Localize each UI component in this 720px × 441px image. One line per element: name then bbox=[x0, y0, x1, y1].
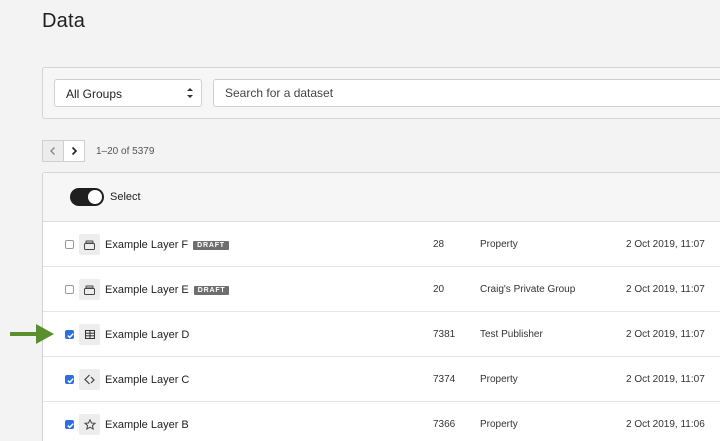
row-date: 2 Oct 2019, 11:06 bbox=[626, 419, 705, 430]
row-group: Property bbox=[480, 374, 518, 385]
row-name-text: Example Layer D bbox=[105, 329, 190, 341]
list-header: Select bbox=[43, 173, 720, 222]
row-name-text: Example Layer F bbox=[105, 239, 189, 251]
row-date: 2 Oct 2019, 11:07 bbox=[626, 374, 705, 385]
row-date: 2 Oct 2019, 11:07 bbox=[626, 284, 705, 295]
draft-badge: DRAFT bbox=[193, 240, 229, 250]
row-feature-count: 7381 bbox=[433, 329, 456, 340]
checkmark-icon bbox=[67, 333, 74, 339]
toggle-knob bbox=[88, 190, 102, 204]
row-feature-count: 28 bbox=[433, 239, 445, 250]
checkmark-icon bbox=[67, 378, 74, 384]
row-checkbox[interactable] bbox=[65, 285, 74, 294]
search-input[interactable] bbox=[213, 79, 720, 107]
layer-stack-icon bbox=[79, 279, 100, 300]
pagination: 1–20 of 5379 bbox=[42, 140, 154, 162]
table-row[interactable]: Example Layer B 7366 Property 2 Oct 2019, 1… bbox=[43, 402, 720, 441]
row-feature-count: 7366 bbox=[433, 419, 456, 430]
next-page-button[interactable] bbox=[63, 140, 85, 162]
previous-page-button[interactable] bbox=[42, 140, 64, 162]
row-name[interactable]: Example Layer B bbox=[105, 419, 189, 431]
row-checkbox[interactable] bbox=[65, 330, 74, 339]
table-row[interactable]: Example Layer C 7374 Property 2 Oct 2019, 1… bbox=[43, 357, 720, 402]
polygon-icon bbox=[79, 414, 100, 435]
line-vector-icon bbox=[79, 369, 100, 390]
row-group: Test Publisher bbox=[480, 329, 543, 340]
row-name[interactable]: Example Layer E DRAFT bbox=[105, 284, 230, 296]
row-group: Property bbox=[480, 239, 518, 250]
table-row[interactable]: Example Layer F DRAFT 28 Property 2 Oct 2019… bbox=[43, 222, 720, 267]
table-row[interactable]: Example Layer D 7381 Test Publisher 2 Oct 2… bbox=[43, 312, 720, 357]
row-name-text: Example Layer C bbox=[105, 374, 190, 386]
table-row[interactable]: Example Layer E DRAFT 20 Craig's Private Gr… bbox=[43, 267, 720, 312]
table-icon bbox=[79, 324, 100, 345]
pagination-range: 1–20 of 5379 bbox=[96, 145, 155, 157]
page-title: Data bbox=[42, 10, 86, 32]
row-date: 2 Oct 2019, 11:07 bbox=[626, 239, 705, 250]
pointer-arrow-icon bbox=[10, 324, 54, 344]
layer-stack-icon bbox=[79, 234, 100, 255]
row-name-text: Example Layer E bbox=[105, 284, 189, 296]
row-group: Property bbox=[480, 419, 518, 430]
row-checkbox[interactable] bbox=[65, 240, 74, 249]
select-toggle[interactable] bbox=[70, 188, 104, 206]
dataset-list: Select Example Layer F DRAFT 28 Property 2 O… bbox=[42, 172, 720, 441]
row-group: Craig's Private Group bbox=[480, 284, 576, 295]
draft-badge: DRAFT bbox=[193, 285, 230, 295]
select-toggle-label: Select bbox=[110, 191, 141, 203]
chevron-right-icon bbox=[71, 146, 78, 156]
row-date: 2 Oct 2019, 11:07 bbox=[626, 329, 705, 340]
group-select[interactable]: All Groups bbox=[54, 79, 202, 107]
row-checkbox[interactable] bbox=[65, 375, 74, 384]
row-name-text: Example Layer B bbox=[105, 419, 189, 431]
row-name[interactable]: Example Layer F DRAFT bbox=[105, 239, 229, 251]
row-name[interactable]: Example Layer C bbox=[105, 374, 189, 386]
row-name[interactable]: Example Layer D bbox=[105, 329, 189, 341]
filter-panel: All Groups bbox=[42, 67, 720, 119]
row-checkbox[interactable] bbox=[65, 420, 74, 429]
row-feature-count: 20 bbox=[433, 284, 445, 295]
select-arrows-icon bbox=[187, 88, 193, 98]
row-feature-count: 7374 bbox=[433, 374, 456, 385]
group-select-value: All Groups bbox=[66, 87, 123, 101]
chevron-left-icon bbox=[50, 147, 55, 155]
checkmark-icon bbox=[67, 423, 74, 429]
